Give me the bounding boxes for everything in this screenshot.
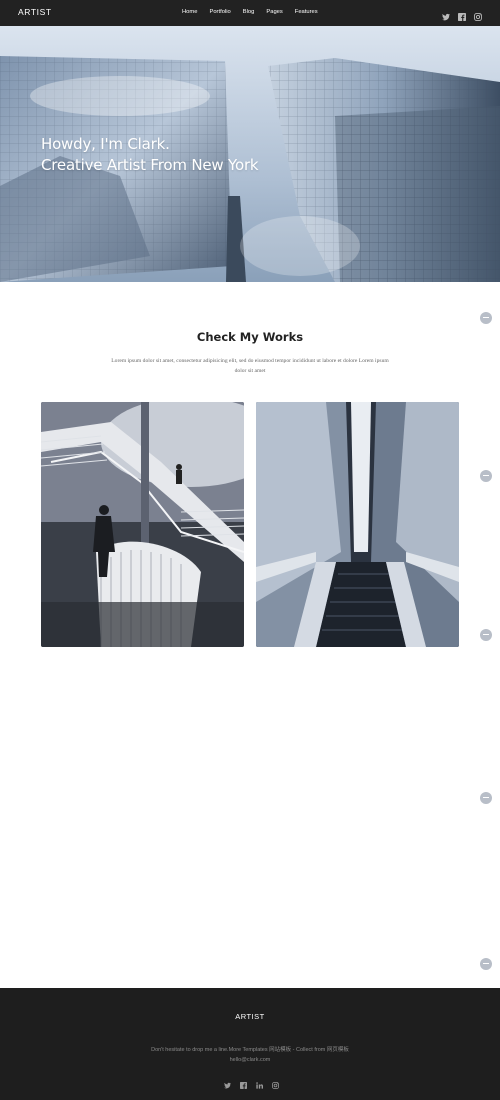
- portfolio-card-staircase[interactable]: [41, 402, 244, 647]
- hero-line-2: Creative Artist From New York: [41, 156, 259, 174]
- facebook-icon[interactable]: [458, 8, 466, 21]
- nav-features[interactable]: Features: [295, 9, 318, 15]
- footer-tagline: Don't hesitate to drop me a line.More Te…: [151, 1047, 349, 1053]
- scroll-dot[interactable]: [480, 470, 492, 482]
- nav-pages[interactable]: Pages: [266, 9, 282, 15]
- footer-social: [224, 1076, 279, 1089]
- footer-brand: ARTIST: [235, 1012, 265, 1021]
- brand-logo[interactable]: ARTIST: [18, 7, 52, 17]
- scroll-dot[interactable]: [480, 958, 492, 970]
- staircase-photo: [41, 402, 244, 647]
- main-nav: Home Portfolio Blog Pages Features: [182, 9, 330, 15]
- scroll-dot[interactable]: [480, 312, 492, 324]
- header-social: [442, 8, 482, 21]
- twitter-icon[interactable]: [224, 1076, 231, 1089]
- works-subtitle: Lorem ipsum dolor sit amet, consectetur …: [111, 358, 389, 374]
- scroll-dot[interactable]: [480, 629, 492, 641]
- facebook-icon[interactable]: [240, 1076, 247, 1089]
- portfolio-card-escalator[interactable]: [256, 402, 459, 647]
- linkedin-icon[interactable]: [256, 1076, 263, 1089]
- hero-line-1: Howdy, I'm Clark.: [41, 135, 170, 153]
- instagram-icon[interactable]: [272, 1076, 279, 1089]
- site-footer: ARTIST Don't hesitate to drop me a line.…: [0, 988, 500, 1100]
- hero-banner: Howdy, I'm Clark. Creative Artist From N…: [0, 26, 500, 282]
- footer-email[interactable]: hello@clark.com: [0, 1057, 500, 1063]
- twitter-icon[interactable]: [442, 8, 450, 21]
- nav-blog[interactable]: Blog: [243, 9, 255, 15]
- escalator-photo: [256, 402, 459, 647]
- instagram-icon[interactable]: [474, 8, 482, 21]
- top-navbar: ARTIST Home Portfolio Blog Pages Feature…: [0, 0, 500, 26]
- works-title: Check My Works: [196, 330, 304, 344]
- hero-heading: Howdy, I'm Clark. Creative Artist From N…: [41, 134, 259, 176]
- nav-home[interactable]: Home: [182, 9, 197, 15]
- nav-portfolio[interactable]: Portfolio: [209, 9, 230, 15]
- scroll-dot[interactable]: [480, 792, 492, 804]
